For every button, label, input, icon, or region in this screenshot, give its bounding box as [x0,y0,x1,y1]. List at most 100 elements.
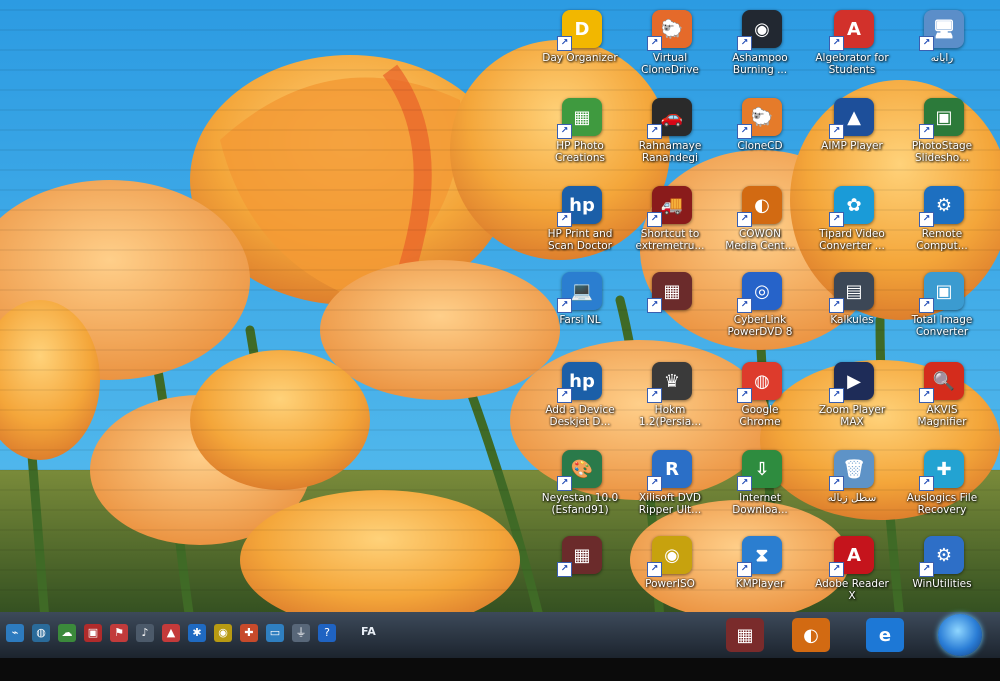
shortcut-arrow-icon: ↗ [919,562,934,577]
taskbar: ⌁ ◍ ☁ ▣ ⚑ ♪ ▲ ✱ ◉ ✚ ▭ ⏚? FA ▦ ◐ e [0,612,1000,658]
volume-icon[interactable]: ♪ [136,624,154,642]
desktop-icon[interactable]: ⚙ ↗ WinUtilities [892,534,992,614]
shortcut-arrow-icon: ↗ [829,388,844,403]
desktop-icon[interactable]: ▶ ↗ Zoom Player MAX [802,360,902,440]
desktop-icon[interactable]: 💻 ↗ Farsi NL [530,270,630,350]
cowon-taskbar-icon[interactable]: ◐ [792,618,830,652]
desktop-icon-label: Internet Downloa... [732,492,788,516]
antivirus-icon[interactable]: ◍ [32,624,50,642]
desktop-icon[interactable]: 🎨 ↗ Neyestan 10.0 (Esfand91) [530,448,630,528]
desktop-icon-grid: D ↗ Day Organizer 🐑 ↗ Virtual CloneDrive ◉ ↗ Ash… [530,8,1000,608]
desktop-icon[interactable]: ✿ ↗ Tipard Video Converter ... [802,184,902,264]
desktop-icon[interactable]: ◉ ↗ Ashampoo Burning ... [710,8,810,88]
desktop-icon[interactable]: 🐑 ↗ Virtual CloneDrive [620,8,720,88]
desktop-icon[interactable]: ▲ ↗ AIMP Player [802,96,902,176]
desktop-icon[interactable]: hp ↗ Add a Device Deskjet D... [530,360,630,440]
desktop-icon-label: Kalkules [830,314,874,326]
bluetooth-icon[interactable]: ✱ [188,624,206,642]
shortcut-arrow-icon: ↗ [919,388,934,403]
shortcut-arrow-icon: ↗ [919,298,934,313]
shortcut-arrow-icon: ↗ [919,212,934,227]
desktop-icon[interactable]: ▣ ↗ PhotoStage Slidesho... [892,96,992,176]
desktop-icon[interactable]: ▤ ↗ Kalkules [802,270,902,350]
desktop-icon[interactable]: ⇩ ↗ Internet Downloa... [710,448,810,528]
desktop-icon[interactable]: ◍ ↗ Google Chrome [710,360,810,440]
shortcut-arrow-icon: ↗ [647,212,662,227]
desktop-icon-label: Tipard Video Converter ... [819,228,885,252]
shortcut-arrow-icon: ↗ [647,562,662,577]
desktop-icon[interactable]: ⚙ ↗ Remote Comput... [892,184,992,264]
desktop-icon[interactable]: 🐑 ↗ CloneCD [710,96,810,176]
monitor-bezel [0,658,1000,681]
shortcut-arrow-icon: ↗ [829,124,844,139]
updates-icon[interactable]: ✚ [240,624,258,642]
desktop-icon[interactable]: ◉ ↗ PowerISO [620,534,720,614]
usb-icon[interactable]: ⏚ [292,624,310,642]
desktop-icon-label: CloneCD [737,140,783,152]
desktop-icon[interactable]: ⧗ ↗ KMPlayer [710,534,810,614]
desktop-icon[interactable]: 🚚 ↗ Shortcut to extremetru... [620,184,720,264]
desktop-icon-label: Xilisoft DVD Ripper Ult... [638,492,702,516]
desktop-icon-label: Zoom Player MAX [818,404,886,428]
desktop-icon-label: AIMP Player [821,140,883,152]
shortcut-arrow-icon: ↗ [919,36,934,51]
shortcut-arrow-icon: ↗ [737,562,752,577]
desktop-icon[interactable]: ▦ ↗ [530,534,630,614]
internet-explorer-icon[interactable]: e [866,618,904,652]
desktop-icon[interactable]: D ↗ Day Organizer [530,8,630,88]
power-manager-icon[interactable]: ▲ [162,624,180,642]
desktop-icon-label: HP Print and Scan Doctor [547,228,613,252]
desktop-icon[interactable]: R ↗ Xilisoft DVD Ripper Ult... [620,448,720,528]
desktop-icon[interactable]: 🗑 ↗ سطل زباله [802,448,902,528]
desktop-icon-label: Total Image Converter [911,314,973,338]
desktop-icon[interactable]: hp ↗ HP Print and Scan Doctor [530,184,630,264]
shortcut-arrow-icon: ↗ [737,212,752,227]
language-indicator[interactable]: FA [361,625,376,638]
desktop-icon-label: Shortcut to extremetru... [635,228,705,252]
cloud-sync-icon[interactable]: ☁ [58,624,76,642]
desktop-icon-label: AKVIS Magnifier [917,404,967,428]
flag-icon[interactable]: ⚑ [110,624,128,642]
desktop-icon[interactable]: ✚ ↗ Auslogics File Recovery [892,448,992,528]
shortcut-arrow-icon: ↗ [829,212,844,227]
shortcut-arrow-icon: ↗ [557,212,572,227]
desktop-icon[interactable]: ◎ ↗ CyberLink PowerDVD 8 [710,270,810,350]
desktop-icon-label: Day Organizer [542,52,618,64]
shortcut-arrow-icon: ↗ [737,388,752,403]
shortcut-arrow-icon: ↗ [829,562,844,577]
desktop-icon[interactable]: ▦ ↗ [620,270,720,350]
desktop-icon-label: Rahnamaye Ranandegi [638,140,702,164]
shortcut-arrow-icon: ↗ [737,124,752,139]
desktop-icon[interactable]: ▣ ↗ Total Image Converter [892,270,992,350]
display-icon[interactable]: ▣ [84,624,102,642]
network-icon[interactable]: ⌁ [6,624,24,642]
desktop-icon[interactable]: A ↗ Adobe Reader X [802,534,902,614]
desktop-icon[interactable]: ◐ ↗ COWON Media Cent... [710,184,810,264]
desktop-icon-label: Algebrator for Students [815,52,889,76]
desktop-icon-label: Add a Device Deskjet D... [545,404,615,428]
disc-tray-icon[interactable]: ◉ [214,624,232,642]
sudoku-taskbar-icon[interactable]: ▦ [726,618,764,652]
desktop-icon-label: Farsi NL [559,314,601,326]
shortcut-arrow-icon: ↗ [737,298,752,313]
desktop-icon-label: Ashampoo Burning ... [732,52,788,76]
desktop-icon-label: سطل زباله [827,492,877,504]
desktop-icon-label: Remote Comput... [916,228,968,252]
desktop-icon[interactable]: 🚗 ↗ Rahnamaye Ranandegi [620,96,720,176]
shortcut-arrow-icon: ↗ [919,476,934,491]
desktop-icon[interactable]: ♛ ↗ Hokm 1.2(Persia... [620,360,720,440]
desktop-icon[interactable]: 🖥 ↗ رایانه [892,8,992,88]
desktop-icon[interactable]: A ↗ Algebrator for Students [802,8,902,88]
desktop-icon[interactable]: ▦ ↗ HP Photo Creations [530,96,630,176]
start-button[interactable] [938,614,982,656]
shortcut-arrow-icon: ↗ [737,476,752,491]
desktop-icon[interactable]: 🔍 ↗ AKVIS Magnifier [892,360,992,440]
shortcut-arrow-icon: ↗ [737,36,752,51]
desktop-icon-label: Virtual CloneDrive [641,52,699,76]
shortcut-arrow-icon: ↗ [557,562,572,577]
help-icon[interactable]: ? [318,624,336,642]
shortcut-arrow-icon: ↗ [557,36,572,51]
desktop-icon-label: Adobe Reader X [815,578,889,602]
desktop-icon-label: Auslogics File Recovery [906,492,978,516]
monitor-tray-icon[interactable]: ▭ [266,624,284,642]
